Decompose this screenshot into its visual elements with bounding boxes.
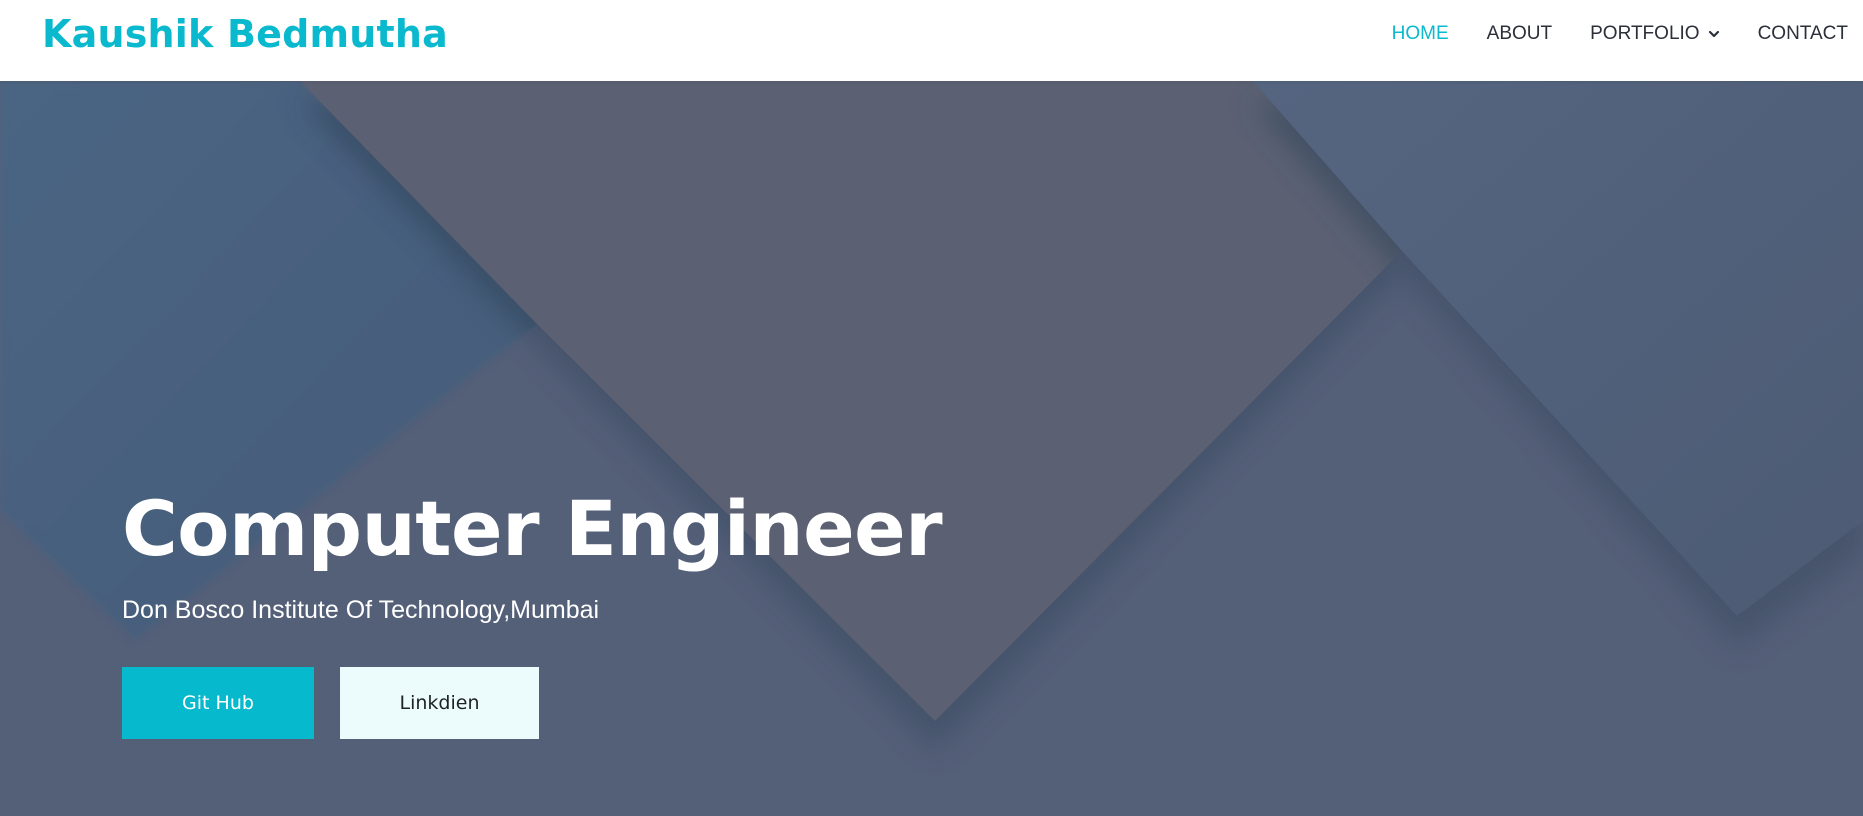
brand-logo-link[interactable]: Kaushik Bedmutha [42,12,448,56]
nav-item-home[interactable]: HOME [1392,23,1449,45]
hero-subtitle: Don Bosco Institute Of Technology,Mumbai [122,596,600,624]
nav-item-portfolio-label: PORTFOLIO [1590,22,1700,44]
chevron-down-icon [1708,30,1719,37]
linkedin-button[interactable]: Linkdien [340,667,539,739]
nav-menu: HOME ABOUT PORTFOLIO CONTACT [1392,0,1863,74]
nav-item-home-label: HOME [1391,22,1449,44]
nav-item-about[interactable]: ABOUT [1487,23,1552,45]
hero-buttons: Git Hub Linkdien [122,667,942,739]
nav-item-contact[interactable]: CONTACT [1758,23,1848,45]
navbar: Kaushik Bedmutha HOME ABOUT PORTFOLIO CO… [0,0,1863,81]
hero-content: Computer Engineer Don Bosco Institute Of… [122,484,943,739]
github-button[interactable]: Git Hub [122,667,314,739]
nav-item-portfolio[interactable]: PORTFOLIO [1590,23,1719,45]
nav-item-contact-label: CONTACT [1757,22,1848,44]
hero-title: Computer Engineer [122,484,943,573]
hero-section: Computer Engineer Don Bosco Institute Of… [0,81,1863,816]
nav-item-about-label: ABOUT [1486,22,1553,44]
